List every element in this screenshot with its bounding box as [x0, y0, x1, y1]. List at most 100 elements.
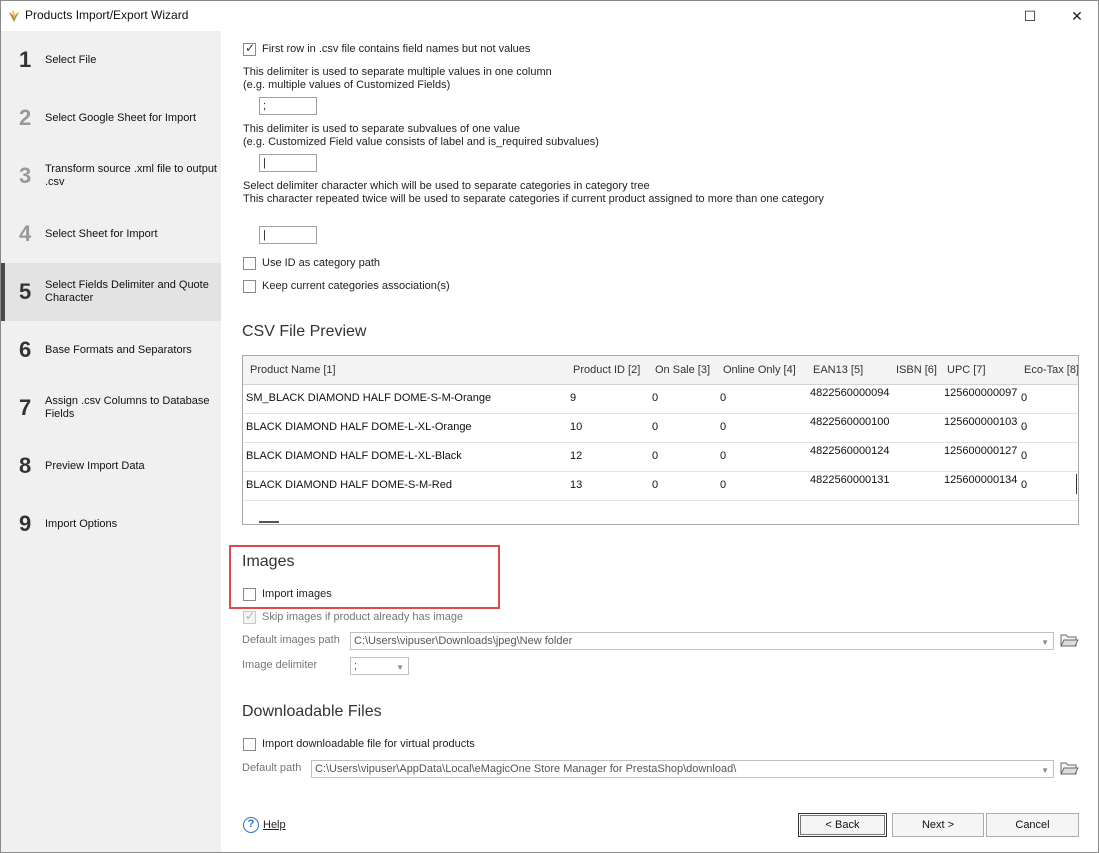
multi-delimiter-example: (e.g. multiple values of Customized Fiel…: [243, 79, 451, 91]
table-cell: 125600000134: [944, 474, 1018, 486]
column-header[interactable]: EAN13 [5]: [813, 356, 863, 384]
step-number: 3: [19, 163, 32, 188]
sub-delimiter-description: This delimiter is used to separate subva…: [243, 123, 520, 135]
table-cell: 4822560000124: [810, 445, 890, 457]
column-header[interactable]: Eco-Tax [8]: [1024, 356, 1078, 384]
step-number: 4: [19, 221, 32, 246]
table-cell: BLACK DIAMOND HALF DOME-L-XL-Orange: [246, 421, 472, 433]
table-cell: 0: [652, 421, 659, 433]
cancel-button[interactable]: Cancel: [986, 813, 1079, 837]
category-delimiter-input[interactable]: [259, 226, 317, 244]
downloadable-path-label: Default path: [242, 762, 302, 774]
table-cell: 0: [720, 450, 727, 462]
step-label: Select File: [45, 53, 97, 66]
first-row-label: First row in .csv file contains field na…: [262, 43, 531, 55]
category-delimiter-note: This character repeated twice will be us…: [243, 193, 824, 205]
step-6[interactable]: 6 Base Formats and Separators: [1, 325, 221, 375]
image-delimiter-select[interactable]: ; ▼: [350, 657, 409, 675]
skip-images-checkbox[interactable]: [243, 609, 256, 624]
csv-preview-grid[interactable]: Product Name [1] Product ID [2] On Sale …: [242, 355, 1079, 525]
image-delimiter-label: Image delimiter: [242, 659, 318, 671]
keep-categories-checkbox[interactable]: [243, 280, 256, 293]
column-header[interactable]: UPC [7]: [947, 356, 986, 384]
step-content: First row in .csv file contains field na…: [222, 31, 1098, 852]
column-header[interactable]: ISBN [6]: [896, 356, 937, 384]
multi-delimiter-input[interactable]: [259, 97, 317, 115]
back-button[interactable]: < Back: [798, 813, 887, 837]
downloadable-path-field[interactable]: C:\Users\vipuser\AppData\Local\eMagicOne…: [311, 760, 1054, 778]
table-cell: 0: [652, 450, 659, 462]
table-row[interactable]: BLACK DIAMOND HALF DOME-S-M-Red 13 0 0 4…: [243, 471, 1078, 501]
next-button[interactable]: Next >: [892, 813, 984, 837]
skip-images-label: Skip images if product already has image: [262, 611, 464, 623]
step-number: 1: [19, 47, 32, 72]
table-cell: 4822560000094: [810, 387, 890, 399]
table-row[interactable]: BLACK DIAMOND HALF DOME-L-XL-Orange 10 0…: [243, 413, 1078, 443]
folder-open-icon[interactable]: [1059, 631, 1079, 649]
step-5[interactable]: 5 Select Fields Delimiter and Quote Char…: [1, 263, 221, 321]
step-label: Import Options: [45, 517, 118, 530]
window-title: Products Import/Export Wizard: [25, 8, 189, 22]
step-2[interactable]: 2 Select Google Sheet for Import: [1, 93, 221, 143]
column-header[interactable]: Product ID [2]: [573, 356, 640, 384]
table-cell: 0: [720, 479, 727, 491]
table-cell: 0: [652, 392, 659, 404]
step-label: Select Google Sheet for Import: [45, 111, 197, 124]
step-label: Select Sheet for Import: [45, 227, 158, 240]
help-icon[interactable]: ?: [243, 817, 259, 833]
step-number: 8: [19, 453, 32, 478]
maximize-button[interactable]: ☐: [1010, 5, 1050, 27]
use-id-category-path-checkbox[interactable]: [243, 257, 256, 270]
import-images-label: Import images: [262, 588, 332, 600]
step-3[interactable]: 3 Transform source .xml file to output .…: [1, 151, 221, 201]
multi-delimiter-description: This delimiter is used to separate multi…: [243, 66, 552, 78]
table-cell: 125600000097: [944, 387, 1018, 399]
image-delimiter-value: ;: [354, 660, 358, 672]
wizard-steps-sidebar: 1 Select File 2 Select Google Sheet for …: [1, 31, 221, 852]
images-path-field[interactable]: C:\Users\vipuser\Downloads\jpeg\New fold…: [350, 632, 1054, 650]
images-path-label: Default images path: [242, 634, 340, 646]
downloadable-files-title: Downloadable Files: [242, 703, 382, 720]
import-downloadable-checkbox[interactable]: [243, 738, 256, 751]
first-row-checkbox[interactable]: [243, 41, 256, 56]
close-button[interactable]: ✕: [1057, 5, 1097, 27]
step-4[interactable]: 4 Select Sheet for Import: [1, 209, 221, 259]
help-link-text: Help: [263, 819, 286, 831]
step-label: Preview Import Data: [45, 459, 145, 472]
sub-delimiter-input[interactable]: [259, 154, 317, 172]
table-row[interactable]: SM_BLACK DIAMOND HALF DOME-S-M-Orange 9 …: [243, 384, 1078, 414]
step-number: 9: [19, 511, 32, 536]
import-downloadable-label: Import downloadable file for virtual pro…: [262, 738, 475, 750]
table-cell: BLACK DIAMOND HALF DOME-L-XL-Black: [246, 450, 462, 462]
table-cell: 125600000127: [944, 445, 1018, 457]
step-7[interactable]: 7 Assign .csv Columns to Database Fields: [1, 383, 221, 433]
column-header[interactable]: Product Name [1]: [250, 356, 336, 384]
table-cell: 10: [570, 421, 583, 433]
table-row[interactable]: BLACK DIAMOND HALF DOME-L-XL-Black 12 0 …: [243, 442, 1078, 472]
text-cursor: [1076, 474, 1077, 494]
import-images-checkbox[interactable]: [243, 588, 256, 601]
folder-open-icon[interactable]: [1059, 759, 1079, 777]
step-8[interactable]: 8 Preview Import Data: [1, 441, 221, 491]
step-label: Assign .csv Columns to Database Fields: [45, 395, 210, 420]
table-cell: 4822560000131: [810, 474, 890, 486]
help-link[interactable]: Help: [263, 819, 286, 831]
images-section-title: Images: [242, 553, 295, 570]
sub-delimiter-example: (e.g. Customized Field value consists of…: [243, 136, 599, 148]
step-9[interactable]: 9 Import Options: [1, 499, 221, 549]
table-cell: 0: [1021, 450, 1028, 462]
table-cell: SM_BLACK DIAMOND HALF DOME-S-M-Orange: [246, 392, 492, 404]
table-cell: 13: [570, 479, 583, 491]
table-cell: 125600000103: [944, 416, 1018, 428]
step-number: 6: [19, 337, 32, 362]
table-cell: 12: [570, 450, 583, 462]
step-number: 5: [19, 279, 32, 304]
column-header[interactable]: On Sale [3]: [655, 356, 710, 384]
downloadable-path-value: C:\Users\vipuser\AppData\Local\eMagicOne…: [315, 763, 737, 775]
column-header[interactable]: Online Only [4]: [723, 356, 796, 384]
table-cell: 0: [1021, 421, 1028, 433]
step-number: 7: [19, 395, 32, 420]
app-logo-icon: [9, 10, 19, 22]
step-1[interactable]: 1 Select File: [1, 35, 221, 85]
horizontal-scrollbar-thumb[interactable]: [259, 521, 279, 523]
